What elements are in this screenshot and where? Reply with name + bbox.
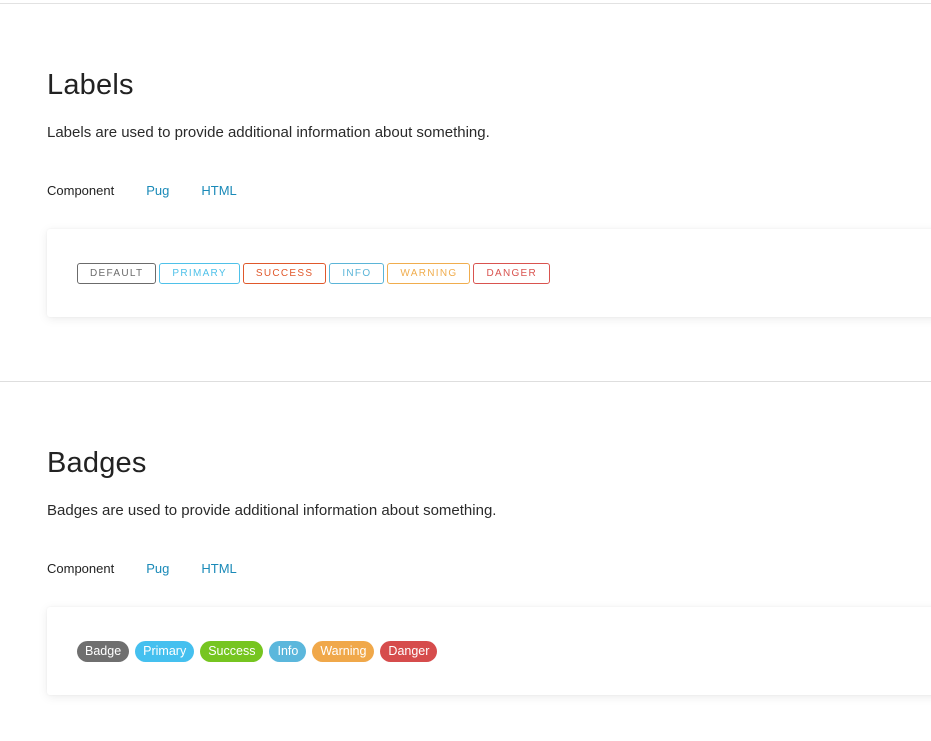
section-description: Badges are used to provide additional in… — [47, 502, 497, 519]
badge-danger: Danger — [380, 640, 438, 662]
label-default: DEFAULT — [77, 262, 157, 284]
code-tabs: Component Pug HTML — [47, 183, 931, 199]
tab-html[interactable]: HTML — [201, 183, 236, 199]
badges-preview-card: Badge Primary Success Info Warning Dange… — [47, 607, 931, 695]
label-primary: PRIMARY — [159, 262, 240, 284]
label-info: INFO — [329, 262, 385, 284]
tab-pug[interactable]: Pug — [146, 561, 169, 577]
top-divider — [0, 3, 931, 4]
badge-default: Badge — [77, 640, 130, 662]
section-divider — [0, 381, 931, 382]
tab-component[interactable]: Component — [47, 561, 114, 577]
badges-section: Badges Badges are used to provide additi… — [47, 444, 931, 695]
badge-warning: Warning — [312, 640, 375, 662]
tab-html[interactable]: HTML — [201, 561, 236, 577]
label-success: SUCCESS — [242, 262, 327, 284]
badge-success: Success — [200, 640, 264, 662]
section-description: Labels are used to provide additional in… — [47, 124, 490, 141]
section-title: Labels — [47, 69, 134, 101]
tab-component[interactable]: Component — [47, 183, 114, 199]
code-tabs: Component Pug HTML — [47, 561, 931, 577]
labels-preview-card: DEFAULT PRIMARY SUCCESS INFO WARNING DAN… — [47, 229, 931, 317]
section-title: Badges — [47, 447, 147, 479]
labels-section: Labels Labels are used to provide additi… — [47, 66, 931, 317]
label-warning: WARNING — [387, 262, 471, 284]
label-danger: DANGER — [473, 262, 551, 284]
badge-primary: Primary — [135, 640, 195, 662]
tab-pug[interactable]: Pug — [146, 183, 169, 199]
badge-info: Info — [269, 640, 307, 662]
